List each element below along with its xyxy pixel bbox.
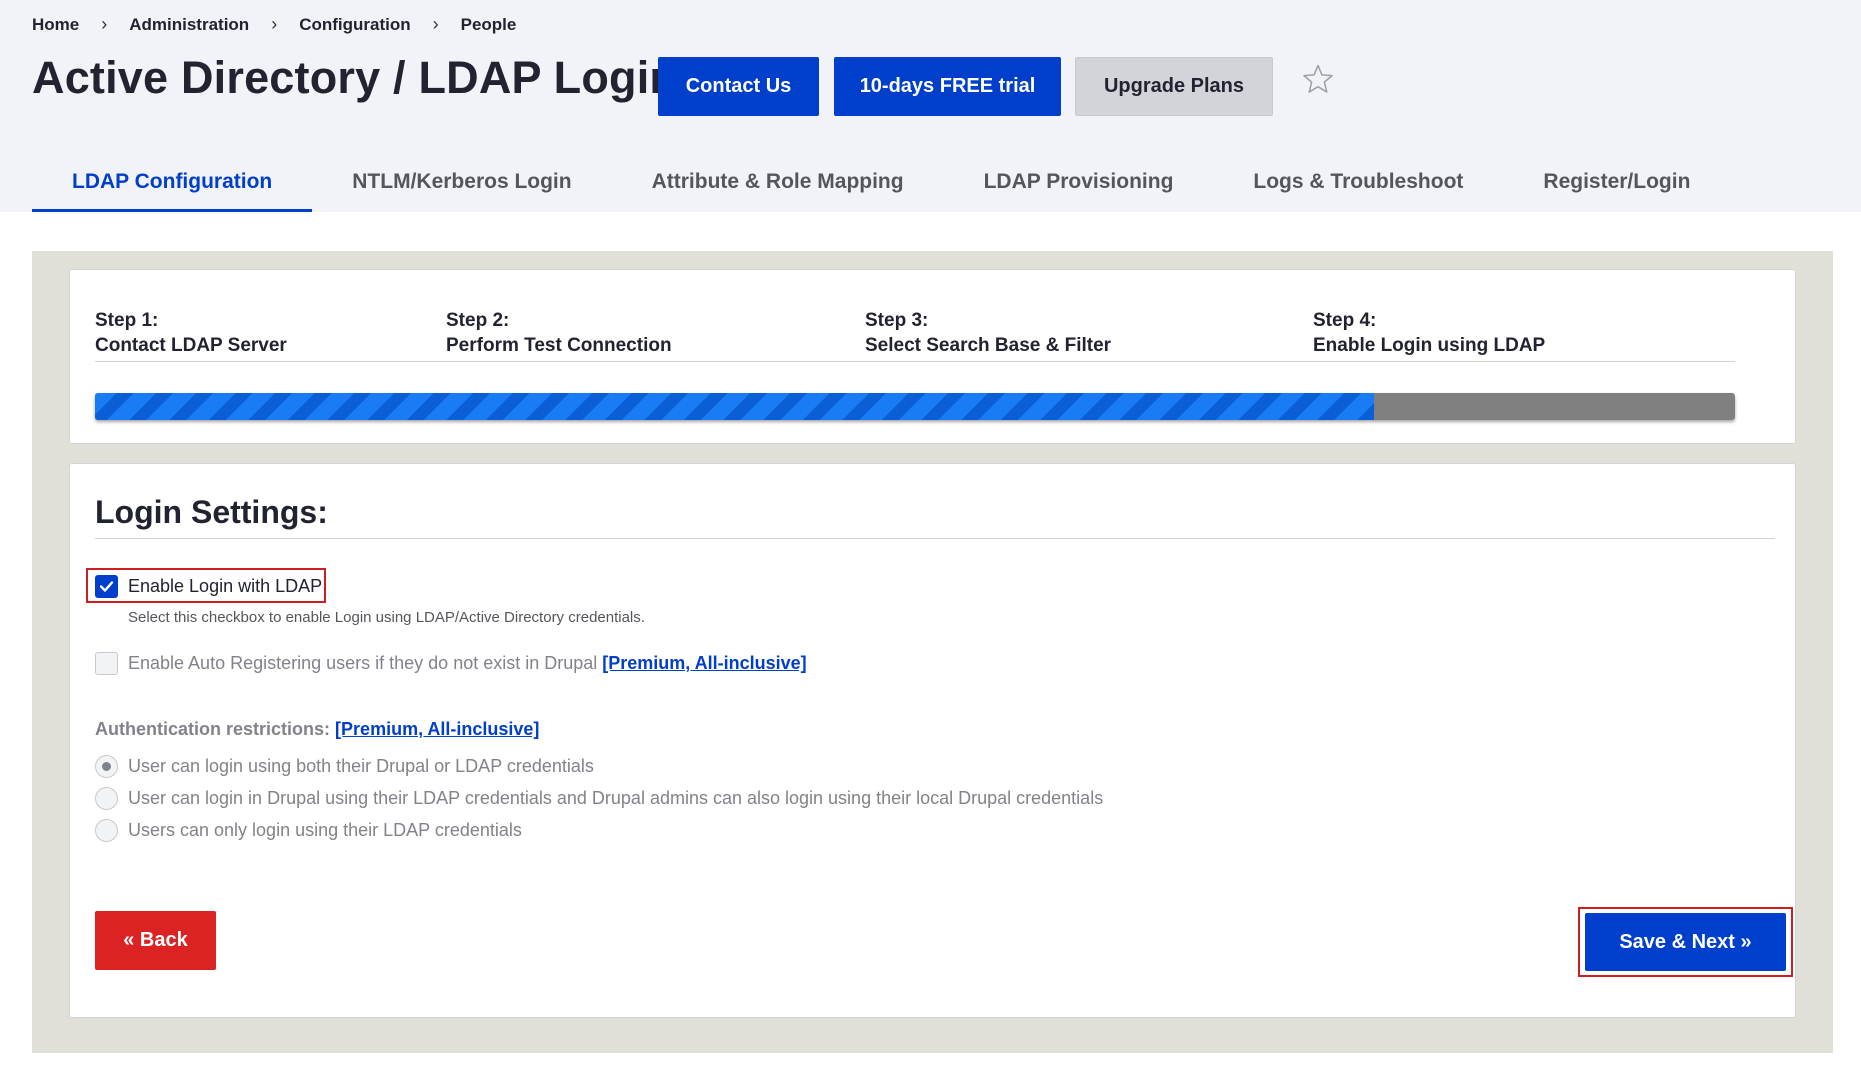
divider: [95, 361, 1735, 362]
tab-logs-troubleshoot[interactable]: Logs & Troubleshoot: [1213, 160, 1503, 212]
breadcrumb-configuration[interactable]: Configuration: [299, 15, 410, 35]
premium-link[interactable]: [Premium, All-inclusive]: [602, 653, 806, 673]
step-4: Step 4: Enable Login using LDAP: [1313, 308, 1545, 358]
upgrade-plans-button[interactable]: Upgrade Plans: [1075, 57, 1273, 116]
contact-us-button[interactable]: Contact Us: [658, 57, 819, 116]
breadcrumb-administration[interactable]: Administration: [129, 15, 249, 35]
free-trial-button[interactable]: 10-days FREE trial: [834, 57, 1061, 116]
breadcrumb-separator-icon: ›: [432, 14, 439, 34]
auth-restrictions-label: Authentication restrictions:: [95, 719, 331, 739]
auto-register-checkbox[interactable]: [95, 652, 118, 675]
step-2: Step 2: Perform Test Connection: [446, 308, 672, 358]
tab-ldap-provisioning[interactable]: LDAP Provisioning: [944, 160, 1214, 212]
tab-bar: LDAP Configuration NTLM/Kerberos Login A…: [32, 160, 1730, 212]
tab-register-login[interactable]: Register/Login: [1503, 160, 1730, 212]
premium-link[interactable]: [Premium, All-inclusive]: [335, 719, 539, 739]
auth-option-radio-2[interactable]: [95, 787, 118, 810]
auth-option-label-2: User can login in Drupal using their LDA…: [128, 788, 1104, 808]
step-1: Step 1: Contact LDAP Server: [95, 308, 287, 358]
step-number: Step 1:: [95, 310, 159, 331]
auth-restrictions-row: Authentication restrictions: [Premium, A…: [95, 719, 539, 740]
tab-ldap-configuration[interactable]: LDAP Configuration: [32, 160, 313, 212]
back-button[interactable]: « Back: [95, 911, 216, 970]
tab-ntlm-kerberos-login[interactable]: NTLM/Kerberos Login: [312, 160, 611, 212]
star-icon[interactable]: [1301, 62, 1335, 96]
progress-bar: [95, 393, 1735, 420]
enable-login-help: Select this checkbox to enable Login usi…: [128, 609, 645, 626]
step-number: Step 2:: [446, 310, 510, 331]
step-number: Step 4:: [1313, 310, 1377, 331]
auth-option-label-3: Users can only login using their LDAP cr…: [128, 820, 522, 840]
page-title: Active Directory / LDAP Login: [32, 52, 678, 103]
save-next-button[interactable]: Save & Next »: [1585, 913, 1786, 971]
step-title: Enable Login using LDAP: [1313, 335, 1546, 356]
auto-register-row: Enable Auto Registering users if they do…: [128, 653, 807, 674]
step-title: Contact LDAP Server: [95, 335, 287, 356]
breadcrumb-separator-icon: ›: [271, 14, 278, 34]
step-title: Select Search Base & Filter: [865, 335, 1112, 356]
breadcrumb-separator-icon: ›: [101, 14, 108, 34]
login-settings-card: Login Settings: Enable Login with LDAP S…: [69, 463, 1796, 1018]
auth-option-radio-3[interactable]: [95, 819, 118, 842]
enable-login-checkbox[interactable]: [95, 575, 118, 598]
enable-login-label[interactable]: Enable Login with LDAP: [128, 576, 322, 597]
breadcrumb-people[interactable]: People: [461, 15, 517, 35]
step-title: Perform Test Connection: [446, 335, 672, 356]
auth-option-label-1: User can login using both their Drupal o…: [128, 756, 594, 776]
auth-option-radio-1[interactable]: [95, 755, 118, 778]
tab-attribute-role-mapping[interactable]: Attribute & Role Mapping: [612, 160, 944, 212]
step-3: Step 3: Select Search Base & Filter: [865, 308, 1111, 358]
checkmark-icon: [99, 581, 114, 592]
breadcrumb-home[interactable]: Home: [32, 15, 79, 35]
content-frame: Step 1: Contact LDAP Server Step 2: Perf…: [32, 251, 1833, 1053]
step-number: Step 3:: [865, 310, 929, 331]
progress-bar-fill: [95, 393, 1375, 420]
auto-register-label: Enable Auto Registering users if they do…: [128, 653, 598, 673]
section-title: Login Settings:: [95, 494, 328, 530]
page-header: Home › Administration › Configuration › …: [0, 0, 1861, 212]
divider: [95, 538, 1775, 539]
steps-card: Step 1: Contact LDAP Server Step 2: Perf…: [69, 269, 1796, 444]
breadcrumb: Home › Administration › Configuration › …: [32, 14, 516, 35]
